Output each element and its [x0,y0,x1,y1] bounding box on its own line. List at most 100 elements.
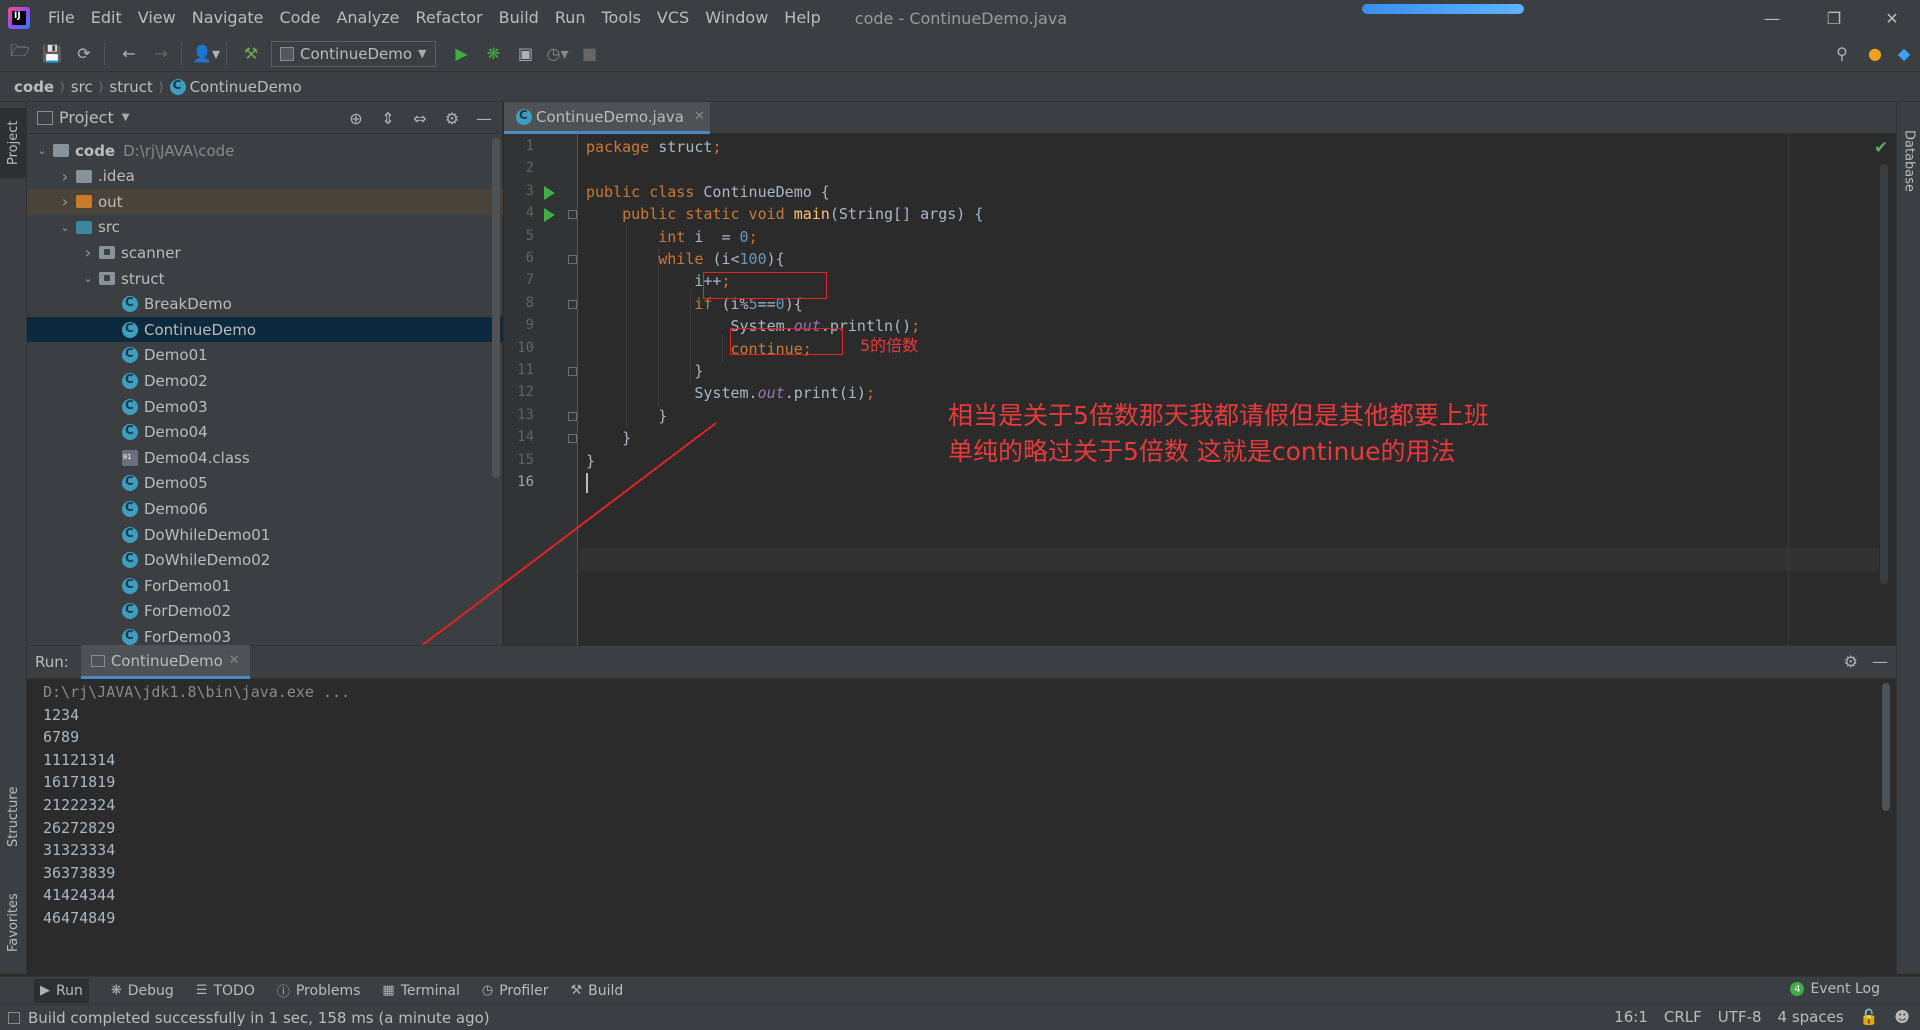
menu-build[interactable]: Build [491,0,547,36]
code-line[interactable]: System.out.print(i); [586,382,875,404]
search-icon[interactable]: ⚲ [1828,40,1856,68]
line-number[interactable]: 3 [504,183,534,199]
code-line[interactable]: } [586,427,631,449]
tree-item-idea[interactable]: › .idea [27,164,503,189]
code-line[interactable]: } [586,405,667,427]
close-icon[interactable]: ✕ [1864,0,1920,36]
tree-item-dowhiledemo01[interactable]: DoWhileDemo01 [27,522,503,547]
menu-analyze[interactable]: Analyze [328,0,407,36]
tree-item-demo04-class[interactable]: Demo04.class [27,445,503,470]
code-line[interactable]: int i = 0; [586,226,757,248]
run-console[interactable]: D:\rj\JAVA\jdk1.8\bin\java.exe ... 1234 67… [27,679,1896,975]
inspector-icon[interactable]: ☻ [1894,1008,1910,1026]
chevron-right-icon[interactable]: › [58,167,72,186]
menu-view[interactable]: View [130,0,184,36]
collapse-all-icon[interactable]: ⇔ [408,106,432,130]
tree-item-scanner[interactable]: › scanner [27,240,503,265]
tool-tab-build[interactable]: ⚒ Build [571,983,624,999]
tree-item-fordemo01[interactable]: ForDemo01 [27,573,503,598]
chevron-down-icon[interactable]: ▼ [122,112,130,123]
chevron-right-icon[interactable]: › [81,243,95,262]
chevron-down-icon[interactable]: ⌄ [58,221,72,234]
code-line[interactable]: public class ContinueDemo { [586,181,830,203]
coverage-icon[interactable]: ▣ [512,40,540,68]
line-separator[interactable]: CRLF [1664,1008,1702,1026]
tree-item-out[interactable]: › out [27,189,503,215]
menu-run[interactable]: Run [547,0,594,36]
status-message[interactable]: Build completed successfully in 1 sec, 1… [28,1009,490,1027]
line-number[interactable]: 16 [504,474,534,490]
code-line[interactable]: package struct; [586,136,721,158]
code-line[interactable]: } [586,450,595,472]
tree-item-demo06[interactable]: Demo06 [27,496,503,521]
hide-icon[interactable]: — [1872,652,1888,671]
tree-item-fordemo02[interactable]: ForDemo02 [27,599,503,624]
fold-marker-icon[interactable] [568,434,577,444]
user-icon[interactable]: 👤▾ [192,40,220,68]
run-gutter-icon[interactable] [544,208,555,223]
menu-help[interactable]: Help [776,0,828,36]
tree-item-demo02[interactable]: Demo02 [27,368,503,393]
breadcrumb-item-code[interactable]: code [14,78,54,96]
menu-file[interactable]: File [40,0,83,36]
fold-marker-icon[interactable] [568,255,577,264]
line-number[interactable]: 5 [504,228,534,244]
fold-marker-icon[interactable] [568,367,577,376]
expand-all-icon[interactable]: ⇕ [376,106,400,130]
fold-marker-icon[interactable] [568,411,577,421]
editor-gutter[interactable]: 1 2 3 4 5 6 7 8 9 10 11 12 13 14 15 16 [504,134,578,645]
chevron-down-icon[interactable]: ⌄ [35,144,49,157]
tool-tab-profiler[interactable]: ◷ Profiler [482,983,549,999]
file-encoding[interactable]: UTF-8 [1718,1008,1762,1026]
tool-tab-problems[interactable]: ⓘ Problems [277,981,361,1001]
menu-tools[interactable]: Tools [594,0,649,36]
forward-arrow-icon[interactable]: → [147,40,175,68]
open-folder-icon[interactable]: 🗁 [6,40,34,68]
run-tab-continuedemo[interactable]: ContinueDemo ✕ [80,645,250,679]
lock-icon[interactable]: 🔓 [1860,1008,1879,1026]
tool-tab-debug[interactable]: ❋ Debug [111,983,174,999]
close-tab-icon[interactable]: ✕ [694,109,705,124]
chevron-right-icon[interactable]: › [58,192,72,211]
tree-item-breakdemo[interactable]: BreakDemo [27,292,503,317]
line-number[interactable]: 15 [504,452,534,468]
status-toggle-icon[interactable] [8,1011,20,1024]
code-editor[interactable]: 1 2 3 4 5 6 7 8 9 10 11 12 13 14 15 16 package struct; p… [504,134,1896,645]
menu-navigate[interactable]: Navigate [184,0,272,36]
locate-target-icon[interactable]: ⊕ [344,106,368,130]
hide-icon[interactable]: — [472,106,496,130]
update-icon[interactable]: ● [1861,40,1889,68]
indent-setting[interactable]: 4 spaces [1778,1008,1844,1026]
fold-marker-icon[interactable] [568,299,577,309]
line-number[interactable]: 11 [504,362,534,378]
line-number[interactable]: 2 [504,160,534,176]
chevron-down-icon[interactable]: ⌄ [81,272,95,285]
tree-item-demo04[interactable]: Demo04 [27,420,503,445]
tree-item-demo05[interactable]: Demo05 [27,471,503,496]
menu-window[interactable]: Window [697,0,776,36]
gear-icon[interactable]: ⚙ [1844,652,1858,671]
project-panel-title[interactable]: Project [59,108,114,127]
save-icon[interactable]: 💾 [38,40,66,68]
line-number[interactable]: 10 [504,340,534,356]
menu-vcs[interactable]: VCS [649,0,697,36]
back-arrow-icon[interactable]: ← [115,40,143,68]
run-configuration-select[interactable]: ContinueDemo ▼ [271,40,436,67]
restore-icon[interactable]: ❐ [1806,0,1862,36]
menu-edit[interactable]: Edit [83,0,130,36]
tree-item-demo01[interactable]: Demo01 [27,343,503,368]
line-number[interactable]: 8 [504,295,534,311]
code-line[interactable]: } [586,360,703,382]
stop-icon[interactable]: ■ [576,40,604,68]
menu-code[interactable]: Code [272,0,329,36]
breadcrumb-item-src[interactable]: src [71,78,93,96]
tool-window-structure[interactable]: Structure [0,772,27,862]
gear-icon[interactable]: ⚙ [440,106,464,130]
line-number[interactable]: 1 [504,138,534,154]
caret-position[interactable]: 16:1 [1614,1008,1648,1026]
tree-item-src[interactable]: ⌄ src [27,215,503,240]
fold-marker-icon[interactable] [568,210,577,220]
event-log-button[interactable]: 4 Event Log [1790,981,1880,997]
line-number[interactable]: 12 [504,384,534,400]
run-gutter-icon[interactable] [544,185,555,200]
